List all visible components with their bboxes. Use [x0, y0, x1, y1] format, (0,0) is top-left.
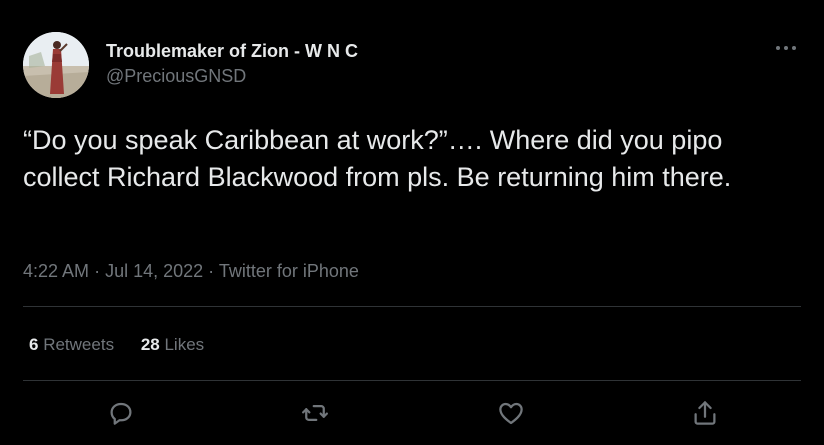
likes-count: 28: [140, 335, 160, 354]
tweet-date[interactable]: Jul 14, 2022: [105, 261, 203, 281]
tweet-meta: 4:22 AM · Jul 14, 2022 · Twitter for iPh…: [23, 261, 359, 282]
tweet-time[interactable]: 4:22 AM: [23, 261, 89, 281]
more-horizontal-icon[interactable]: [772, 38, 800, 58]
meta-separator: ·: [94, 261, 101, 281]
retweet-icon[interactable]: [300, 398, 330, 428]
divider: [23, 306, 801, 307]
likes-label: Likes: [164, 335, 205, 354]
retweets-stat[interactable]: 6 Retweets: [29, 335, 114, 355]
author-display-name[interactable]: Troublemaker of Zion - W N C: [106, 40, 358, 62]
tweet-header: Troublemaker of Zion - W N C @PreciousGN…: [106, 40, 358, 87]
avatar-image: [23, 32, 89, 98]
retweets-label: Retweets: [43, 335, 115, 354]
likes-stat[interactable]: 28 Likes: [141, 335, 204, 355]
reply-icon[interactable]: [106, 398, 136, 428]
tweet-text: “Do you speak Caribbean at work?”…. Wher…: [23, 125, 732, 192]
author-handle[interactable]: @PreciousGNSD: [106, 65, 358, 87]
avatar[interactable]: [23, 32, 89, 98]
tweet-detail: Troublemaker of Zion - W N C @PreciousGN…: [0, 0, 824, 445]
share-icon[interactable]: [690, 398, 720, 428]
tweet-actions: [0, 398, 824, 428]
divider: [23, 380, 801, 381]
tweet-source[interactable]: Twitter for iPhone: [219, 261, 359, 281]
tweet-stats: 6 Retweets 28 Likes: [29, 335, 204, 355]
retweets-count: 6: [29, 335, 39, 354]
meta-separator: ·: [208, 261, 215, 281]
like-icon[interactable]: [496, 398, 526, 428]
